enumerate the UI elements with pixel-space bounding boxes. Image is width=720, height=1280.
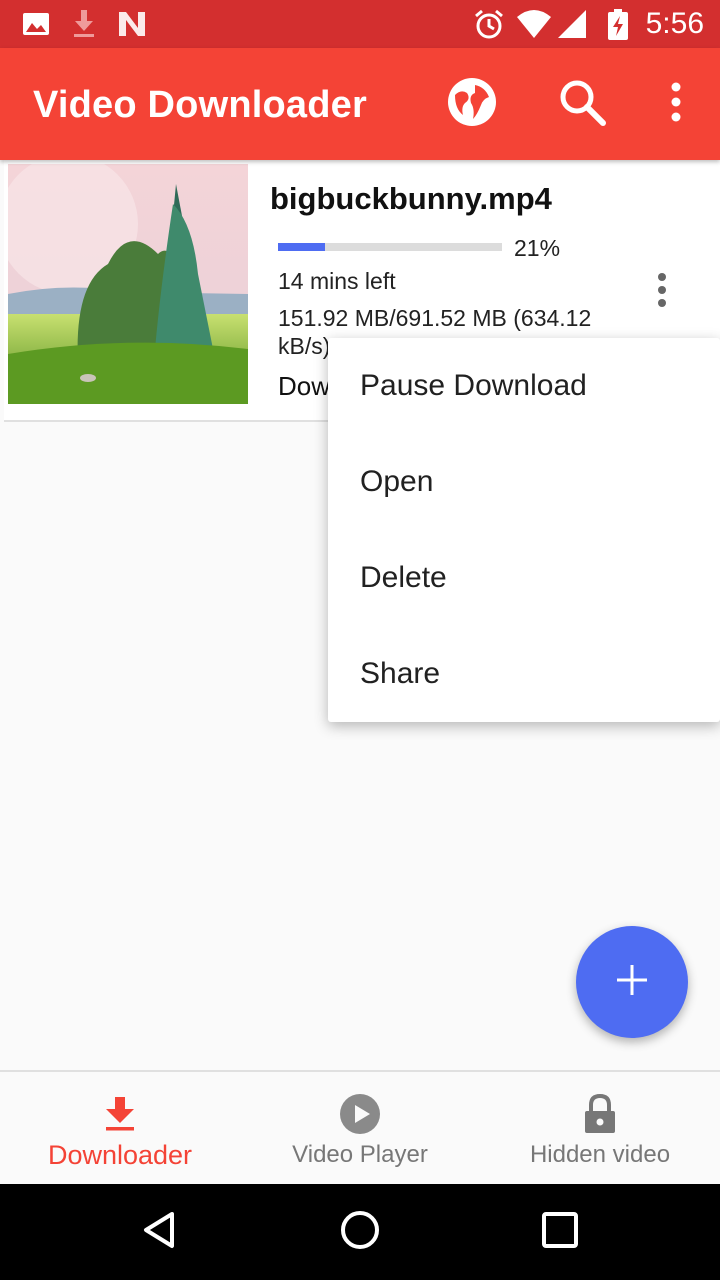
search-icon <box>556 76 608 133</box>
plus-icon <box>617 964 647 1000</box>
app-bar: Video Downloader <box>0 48 720 160</box>
nav-label-video-player: Video Player <box>292 1141 428 1168</box>
video-thumbnail[interactable] <box>8 164 248 404</box>
overflow-menu-button[interactable] <box>648 76 704 132</box>
home-button[interactable] <box>328 1204 392 1260</box>
play-circle-icon <box>240 1092 480 1136</box>
image-icon <box>20 8 52 45</box>
nav-tab-downloader[interactable]: Downloader <box>0 1072 240 1186</box>
menu-item-share[interactable]: Share <box>328 626 720 722</box>
download-progress-bar <box>278 243 502 251</box>
item-overflow-button[interactable] <box>642 264 682 320</box>
menu-item-open[interactable]: Open <box>328 434 720 530</box>
home-icon <box>339 1209 381 1256</box>
video-filename: bigbuckbunny.mp4 <box>270 181 552 216</box>
download-icon <box>68 8 100 45</box>
item-context-menu: Pause Download Open Delete Share <box>328 338 720 722</box>
nav-tab-hidden-video[interactable]: Hidden video <box>480 1072 720 1186</box>
browser-button[interactable] <box>444 76 500 132</box>
nav-label-downloader: Downloader <box>47 1140 193 1170</box>
nav-label-hidden-video: Hidden video <box>529 1141 671 1168</box>
n-icon <box>116 8 148 45</box>
download-icon <box>0 1092 240 1136</box>
download-progress-fill <box>278 243 326 251</box>
bottom-navigation: Downloader Video Player Hidden video <box>0 1070 720 1184</box>
more-vert-icon <box>657 272 667 312</box>
system-navigation-bar <box>0 1184 720 1280</box>
more-vert-icon <box>670 82 682 127</box>
back-button[interactable] <box>128 1204 192 1260</box>
alarm-icon <box>472 8 506 45</box>
signal-icon <box>556 8 590 45</box>
menu-item-delete[interactable]: Delete <box>328 530 720 626</box>
add-download-fab[interactable] <box>576 926 688 1038</box>
recents-button[interactable] <box>528 1204 592 1260</box>
app-title: Video Downloader <box>33 84 367 126</box>
status-bar: 5:56 <box>0 0 720 48</box>
menu-item-pause-download[interactable]: Pause Download <box>328 338 720 434</box>
globe-icon <box>445 75 499 134</box>
lock-icon <box>480 1092 720 1136</box>
progress-percent: 21% <box>514 235 561 261</box>
nav-tab-video-player[interactable]: Video Player <box>240 1072 480 1186</box>
download-status-text: Dow <box>278 371 331 401</box>
back-icon <box>140 1210 180 1255</box>
wifi-icon <box>516 8 552 45</box>
clock-time: 5:56 <box>645 7 704 40</box>
battery-charging-icon <box>606 8 630 45</box>
time-remaining: 14 mins left <box>278 268 396 294</box>
search-button[interactable] <box>554 76 610 132</box>
recents-icon <box>541 1211 579 1254</box>
